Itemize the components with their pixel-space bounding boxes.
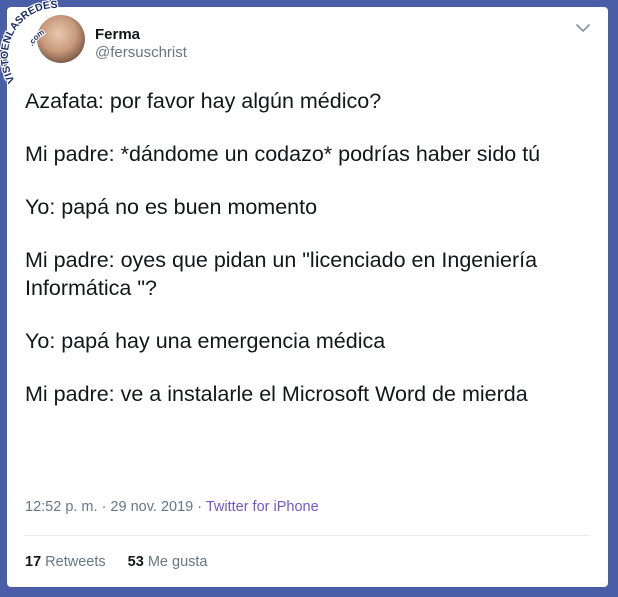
tweet-line: Mi padre: oyes que pidan un "licenciado … bbox=[25, 248, 538, 300]
tweet-line: Mi padre: *dándome un codazo* podrías ha… bbox=[25, 142, 541, 166]
tweet-text: Azafata: por favor hay algún médico? Mi … bbox=[25, 87, 600, 433]
tweet-line: Mi padre: ve a instalarle el Microsoft W… bbox=[25, 382, 528, 406]
retweets-label: Retweets bbox=[45, 554, 106, 570]
likes-stat[interactable]: 53 Me gusta bbox=[128, 554, 208, 570]
tweet-line: Yo: papá no es buen momento bbox=[25, 195, 318, 219]
author-handle[interactable]: @fersuschrist bbox=[95, 44, 187, 61]
source-link[interactable]: Twitter for iPhone bbox=[206, 499, 319, 515]
tweet-meta: 12:52 p. m. · 29 nov. 2019 · Twitter for… bbox=[25, 499, 319, 515]
tweet-line: Yo: papá hay una emergencia médica bbox=[25, 329, 386, 353]
likes-label: Me gusta bbox=[147, 554, 208, 570]
tweet-card: Ferma @fersuschrist Azafata: por favor h… bbox=[7, 7, 608, 587]
retweets-count: 17 bbox=[25, 554, 42, 570]
author-name[interactable]: Ferma bbox=[95, 26, 140, 43]
divider bbox=[25, 535, 590, 536]
likes-count: 53 bbox=[127, 554, 144, 570]
retweets-stat[interactable]: 17 Retweets bbox=[25, 554, 110, 570]
chevron-down-icon[interactable] bbox=[574, 19, 592, 37]
engagement-stats: 17 Retweets 53 Me gusta bbox=[25, 554, 225, 570]
timestamp[interactable]: 12:52 p. m. · 29 nov. 2019 · bbox=[25, 499, 206, 515]
avatar[interactable] bbox=[37, 15, 85, 63]
tweet-line: Azafata: por favor hay algún médico? bbox=[25, 89, 382, 113]
